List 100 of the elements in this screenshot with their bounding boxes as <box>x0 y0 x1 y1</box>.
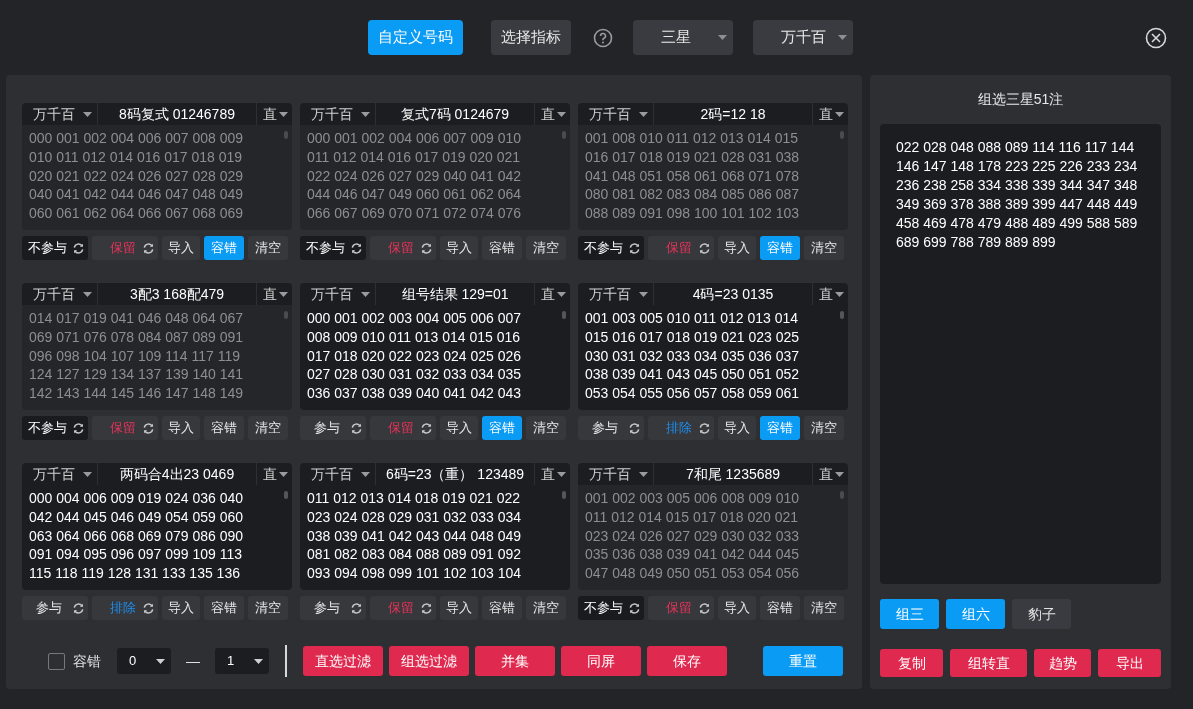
clear-button[interactable]: 清空 <box>526 236 566 260</box>
checkbox-label: 容错 <box>73 651 101 671</box>
number-list[interactable]: 000 001 002 004 006 007 009 010 011 012 014 016 017 019 020 021 022 024 026 027 029 040 041 042 044 046 047 049 060 061 062 064 066 067 069 070 071 072 074 076 <box>300 125 570 230</box>
refresh-icon[interactable] <box>420 601 433 615</box>
close-icon[interactable] <box>1145 26 1167 49</box>
action-button[interactable]: 组转直 <box>950 649 1027 677</box>
caret-icon <box>557 111 566 117</box>
caret-icon <box>279 111 288 117</box>
scrollbar-thumb[interactable] <box>840 311 844 319</box>
refresh-icon[interactable] <box>698 601 711 615</box>
number-list[interactable]: 011 012 013 014 018 019 021 022 023 024 028 029 031 032 033 034 038 039 041 042 043 044 048 049 081 082 083 084 088 089 091 092 093 094 098 099 101 102 103 104 <box>300 485 570 590</box>
card-title: 8码复式 01246789 <box>118 104 236 124</box>
card-title: 6码=23（重） 123489 <box>384 464 526 484</box>
participate-toggle[interactable]: 参与 <box>578 416 644 440</box>
clear-button[interactable]: 清空 <box>248 416 288 440</box>
refresh-icon[interactable] <box>142 241 155 255</box>
clear-button[interactable]: 清空 <box>248 236 288 260</box>
caret-icon <box>639 471 648 477</box>
scrollbar-thumb[interactable] <box>840 491 844 499</box>
number-list[interactable]: 000 001 002 003 004 005 006 007 008 009 010 011 013 014 015 016 017 018 020 022 023 024 025 026 027 028 030 031 032 033 034 035 036 037 038 039 040 041 042 043 <box>300 305 570 410</box>
import-button[interactable]: 导入 <box>440 596 478 620</box>
refresh-icon[interactable] <box>72 241 85 255</box>
participate-toggle[interactable]: 不参与 <box>300 236 366 260</box>
scrollbar-thumb[interactable] <box>284 491 288 499</box>
scrollbar-thumb[interactable] <box>284 131 288 139</box>
scrollbar-thumb[interactable] <box>840 131 844 139</box>
refresh-icon[interactable] <box>420 421 433 435</box>
refresh-icon[interactable] <box>142 421 155 435</box>
import-button[interactable]: 导入 <box>162 416 200 440</box>
action-button[interactable]: 保存 <box>647 646 727 676</box>
import-button[interactable]: 导入 <box>162 596 200 620</box>
import-button[interactable]: 导入 <box>440 416 478 440</box>
tolerance-button[interactable]: 容错 <box>482 236 522 260</box>
scrollbar-thumb[interactable] <box>562 491 566 499</box>
refresh-icon[interactable] <box>350 601 363 615</box>
number-list[interactable]: 014 017 019 041 046 048 064 067 069 071 076 078 084 087 089 091 096 098 104 107 109 114 117 119 124 127 129 134 137 139 140 141 142 143 144 145 146 147 148 149 <box>22 305 292 410</box>
filter-toggle[interactable]: 排除 <box>648 416 714 440</box>
refresh-icon[interactable] <box>628 241 641 255</box>
card-title: 复式7码 0124679 <box>399 104 511 124</box>
tolerance-button[interactable]: 容错 <box>204 596 244 620</box>
range-select[interactable]: 1 <box>215 648 269 674</box>
refresh-icon[interactable] <box>698 241 711 255</box>
caret-icon <box>718 35 727 40</box>
participate-toggle[interactable]: 不参与 <box>22 416 88 440</box>
action-button[interactable]: 趋势 <box>1034 649 1091 677</box>
number-list[interactable]: 000 004 006 009 019 024 036 040 042 044 045 046 049 054 059 060 063 064 066 068 069 079 086 090 091 094 095 096 097 099 109 113 115 118 119 128 131 133 135 136 <box>22 485 292 590</box>
participate-toggle[interactable]: 参与 <box>300 416 366 440</box>
refresh-icon[interactable] <box>72 601 85 615</box>
caret-icon <box>835 471 844 477</box>
action-button[interactable]: 导出 <box>1098 649 1161 677</box>
filter-toggle[interactable]: 排除 <box>92 596 158 620</box>
number-list[interactable]: 001 002 003 005 006 008 009 010 011 012 014 015 017 018 020 021 023 024 026 027 029 030 032 033 035 036 038 039 041 042 044 045 047 048 049 050 051 053 054 056 <box>578 485 848 590</box>
import-button[interactable]: 导入 <box>718 236 756 260</box>
scrollbar-thumb[interactable] <box>562 311 566 319</box>
checkbox[interactable] <box>48 652 65 670</box>
card-title: 2码=12 18 <box>699 104 767 124</box>
number-list[interactable]: 000 001 002 004 006 007 008 009 010 011 012 014 016 017 018 019 020 021 022 024 026 027 028 029 040 041 042 044 046 047 048 049 060 061 062 064 066 067 068 069 <box>22 125 292 230</box>
scrollbar-thumb[interactable] <box>284 311 288 319</box>
clear-button[interactable]: 清空 <box>804 596 844 620</box>
dropdown[interactable]: 三星 <box>633 20 733 55</box>
refresh-icon[interactable] <box>72 421 85 435</box>
clear-button[interactable]: 清空 <box>804 236 844 260</box>
participate-toggle[interactable]: 参与 <box>22 596 88 620</box>
participate-toggle[interactable]: 不参与 <box>578 236 644 260</box>
action-button[interactable]: 并集 <box>475 646 555 676</box>
participate-toggle[interactable]: 不参与 <box>578 596 644 620</box>
number-list[interactable]: 001 003 005 010 011 012 013 014 015 016 017 018 019 021 023 025 030 031 032 033 034 035 036 037 038 039 041 043 045 050 051 052 053 054 055 056 057 058 059 061 <box>578 305 848 410</box>
refresh-icon[interactable] <box>350 241 363 255</box>
action-button[interactable]: 组选过滤 <box>389 646 469 676</box>
action-button[interactable]: 直选过滤 <box>303 646 383 676</box>
refresh-icon[interactable] <box>420 241 433 255</box>
refresh-icon[interactable] <box>628 601 641 615</box>
help-icon[interactable] <box>593 27 613 48</box>
participate-toggle[interactable]: 不参与 <box>22 236 88 260</box>
card-title: 4码=23 0135 <box>691 284 775 304</box>
tolerance-button[interactable]: 容错 <box>760 596 800 620</box>
tab[interactable]: 选择指标 <box>491 20 571 55</box>
scrollbar-thumb[interactable] <box>562 131 566 139</box>
clear-button[interactable]: 清空 <box>526 596 566 620</box>
refresh-icon[interactable] <box>698 421 711 435</box>
action-button[interactable]: 同屏 <box>561 646 641 676</box>
import-button[interactable]: 导入 <box>440 236 478 260</box>
number-list[interactable]: 001 008 010 011 012 013 014 015 016 017 018 019 021 028 031 038 041 048 051 058 061 068 071 078 080 081 082 083 084 085 086 087 088 089 091 098 100 101 102 103 <box>578 125 848 230</box>
clear-button[interactable]: 清空 <box>248 596 288 620</box>
refresh-icon[interactable] <box>142 601 155 615</box>
import-button[interactable]: 导入 <box>718 596 756 620</box>
clear-button[interactable]: 清空 <box>526 416 566 440</box>
import-button[interactable]: 导入 <box>162 236 200 260</box>
import-button[interactable]: 导入 <box>718 416 756 440</box>
tolerance-button[interactable]: 容错 <box>482 596 522 620</box>
clear-button[interactable]: 清空 <box>804 416 844 440</box>
range-select[interactable]: 0 <box>117 648 171 674</box>
refresh-icon[interactable] <box>350 421 363 435</box>
tolerance-button[interactable]: 容错 <box>204 416 244 440</box>
action-button[interactable]: 复制 <box>880 649 943 677</box>
range-dash: — <box>186 651 200 671</box>
dropdown[interactable]: 万千百 <box>753 20 853 55</box>
refresh-icon[interactable] <box>628 421 641 435</box>
group-toggle[interactable]: 豹子 <box>1012 599 1071 629</box>
participate-toggle[interactable]: 参与 <box>300 596 366 620</box>
